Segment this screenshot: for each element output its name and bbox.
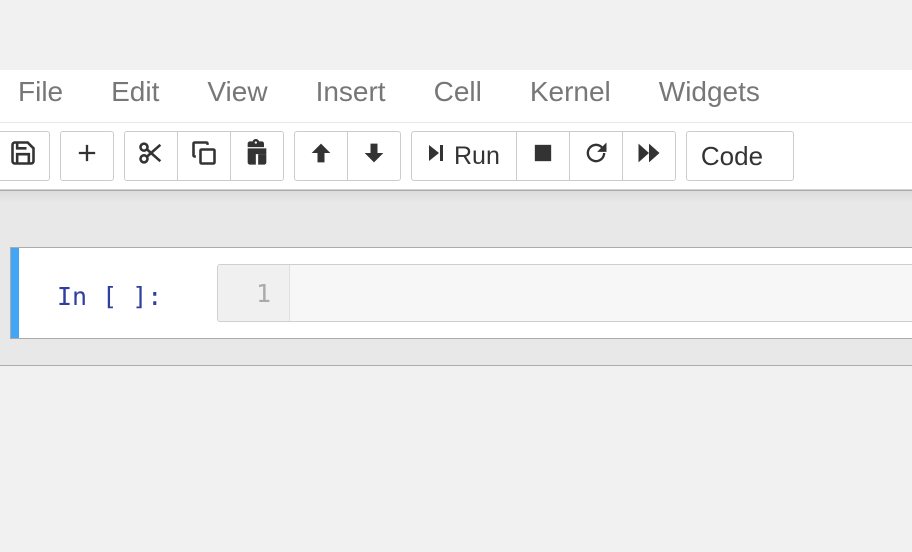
refresh-icon bbox=[582, 139, 610, 173]
input-prompt: In [ ]: bbox=[57, 282, 162, 311]
cell-type-value: Code bbox=[701, 141, 763, 172]
interrupt-button[interactable] bbox=[516, 131, 570, 181]
save-icon bbox=[9, 139, 37, 173]
plus-icon bbox=[73, 139, 101, 173]
notebook-shadow bbox=[0, 191, 912, 203]
top-spacer bbox=[0, 0, 912, 70]
move-cell-up-button[interactable] bbox=[294, 131, 348, 181]
paste-icon bbox=[243, 139, 271, 173]
fast-forward-icon bbox=[635, 139, 663, 173]
cut-button[interactable] bbox=[124, 131, 178, 181]
step-forward-icon bbox=[424, 141, 448, 171]
code-cell[interactable]: In [ ]: 1 bbox=[10, 247, 912, 339]
menu-file[interactable]: File bbox=[18, 70, 63, 114]
arrow-down-icon bbox=[360, 139, 388, 173]
code-input-area[interactable]: 1 bbox=[217, 264, 912, 322]
menu-insert[interactable]: Insert bbox=[316, 70, 386, 114]
line-number-gutter: 1 bbox=[218, 265, 290, 321]
toolbar: Run Code bbox=[0, 123, 912, 190]
code-editor[interactable] bbox=[290, 265, 912, 321]
menu-widgets[interactable]: Widgets bbox=[659, 70, 760, 114]
scissors-icon bbox=[137, 139, 165, 173]
stop-icon bbox=[529, 139, 557, 173]
arrow-up-icon bbox=[307, 139, 335, 173]
menu-kernel[interactable]: Kernel bbox=[530, 70, 611, 114]
menubar: File Edit View Insert Cell Kernel Widget… bbox=[0, 70, 912, 123]
menu-view[interactable]: View bbox=[207, 70, 267, 114]
cell-type-select[interactable]: Code bbox=[686, 131, 794, 181]
insert-cell-below-button[interactable] bbox=[60, 131, 114, 181]
notebook-area: In [ ]: 1 bbox=[0, 190, 912, 366]
restart-kernel-button[interactable] bbox=[569, 131, 623, 181]
restart-run-all-button[interactable] bbox=[622, 131, 676, 181]
prompt-area: In [ ]: bbox=[11, 264, 217, 322]
copy-button[interactable] bbox=[177, 131, 231, 181]
save-button[interactable] bbox=[0, 131, 50, 181]
run-button-label: Run bbox=[454, 142, 500, 171]
menu-edit[interactable]: Edit bbox=[111, 70, 159, 114]
run-button[interactable]: Run bbox=[411, 131, 517, 181]
move-cell-down-button[interactable] bbox=[347, 131, 401, 181]
copy-icon bbox=[190, 139, 218, 173]
menu-cell[interactable]: Cell bbox=[434, 70, 482, 114]
paste-button[interactable] bbox=[230, 131, 284, 181]
cell-selection-indicator bbox=[11, 248, 19, 338]
line-number: 1 bbox=[256, 279, 271, 308]
